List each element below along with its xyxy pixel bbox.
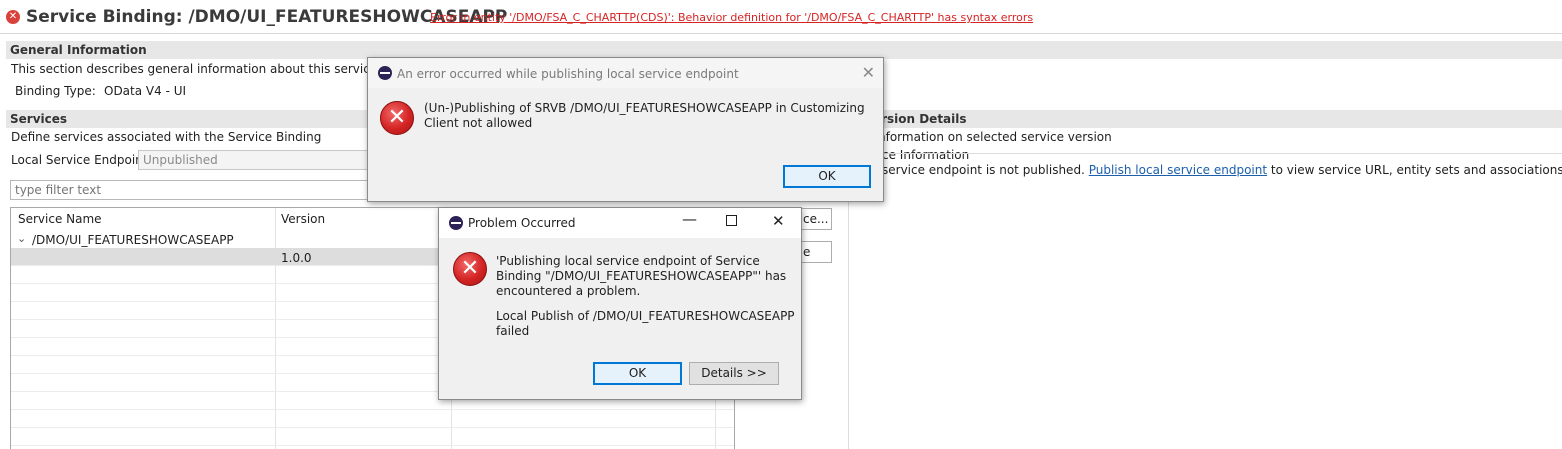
dialog-message: 'Publishing local service endpoint of Se… [496, 254, 787, 298]
service-tree-node: /DMO/UI_FEATURESHOWCASEAPP [32, 233, 234, 247]
binding-type-value: OData V4 - UI [104, 84, 187, 98]
service-version-details-heading: e Version Details [848, 110, 1562, 128]
editor-header: ✕ Service Binding: /DMO/UI_FEATURESHOWCA… [0, 0, 1562, 34]
maximize-icon[interactable] [726, 215, 737, 226]
ok-button[interactable]: OK [593, 362, 682, 385]
general-information-description: This section describes general informati… [11, 62, 426, 76]
column-header-service-name[interactable]: Service Name [18, 212, 102, 226]
local-service-endpoint-label: Local Service Endpoint: [11, 153, 152, 167]
dialog-message: (Un-)Publishing of SRVB /DMO/UI_FEATURES… [424, 101, 865, 130]
header-divider [0, 33, 1562, 34]
error-message-link[interactable]: Error in entity '/DMO/FSA_C_CHARTTP(CDS)… [430, 11, 1033, 24]
close-icon[interactable]: ✕ [772, 212, 785, 230]
binding-type-label: Binding Type: [15, 84, 96, 98]
dialog-detail-message: Local Publish of /DMO/UI_FEATURESHOWCASE… [496, 309, 795, 338]
error-icon: ✕ [6, 10, 20, 24]
version-cell: 1.0.0 [281, 251, 312, 265]
error-icon: ✕ [453, 252, 487, 286]
service-information-heading: ce Information [882, 148, 970, 162]
error-icon: ✕ [380, 101, 414, 135]
services-description: Define services associated with the Serv… [11, 130, 322, 144]
dialog-titlebar[interactable]: An error occurred while publishing local… [368, 58, 883, 88]
ok-button[interactable]: OK [783, 165, 871, 188]
chevron-down-icon[interactable]: ⌄ [17, 232, 26, 245]
eclipse-icon [449, 216, 463, 230]
table-row [11, 428, 734, 446]
details-button[interactable]: Details >> [689, 362, 779, 385]
minimize-icon[interactable]: — [682, 210, 697, 228]
publish-local-endpoint-link[interactable]: Publish local service endpoint [1089, 163, 1267, 177]
column-header-version[interactable]: Version [281, 212, 325, 226]
eclipse-icon [378, 66, 392, 80]
remove-service-button-label: e [803, 245, 811, 259]
add-service-button-label: ce... [803, 212, 829, 226]
endpoint-status-message: service endpoint is not published. Publi… [882, 163, 1562, 177]
local-service-endpoint-field: Unpublished [138, 150, 370, 170]
dialog-title: An error occurred while publishing local… [397, 67, 739, 81]
dialog-title: Problem Occurred [468, 216, 576, 230]
endpoint-status-suffix: to view service URL, entity sets and ass… [1270, 163, 1562, 177]
close-icon[interactable]: ✕ [862, 63, 875, 82]
table-row [11, 410, 734, 428]
problem-occurred-dialog[interactable]: Problem Occurred — ✕ ✕ 'Publishing local… [438, 207, 802, 400]
service-information-divider [860, 153, 1562, 154]
publish-error-dialog[interactable]: An error occurred while publishing local… [367, 57, 884, 202]
dialog-titlebar[interactable]: Problem Occurred — ✕ [439, 208, 801, 238]
filter-input[interactable] [10, 180, 370, 200]
service-version-subtitle: nformation on selected service version [878, 130, 1112, 144]
endpoint-status-prefix: service endpoint is not published. [882, 163, 1085, 177]
